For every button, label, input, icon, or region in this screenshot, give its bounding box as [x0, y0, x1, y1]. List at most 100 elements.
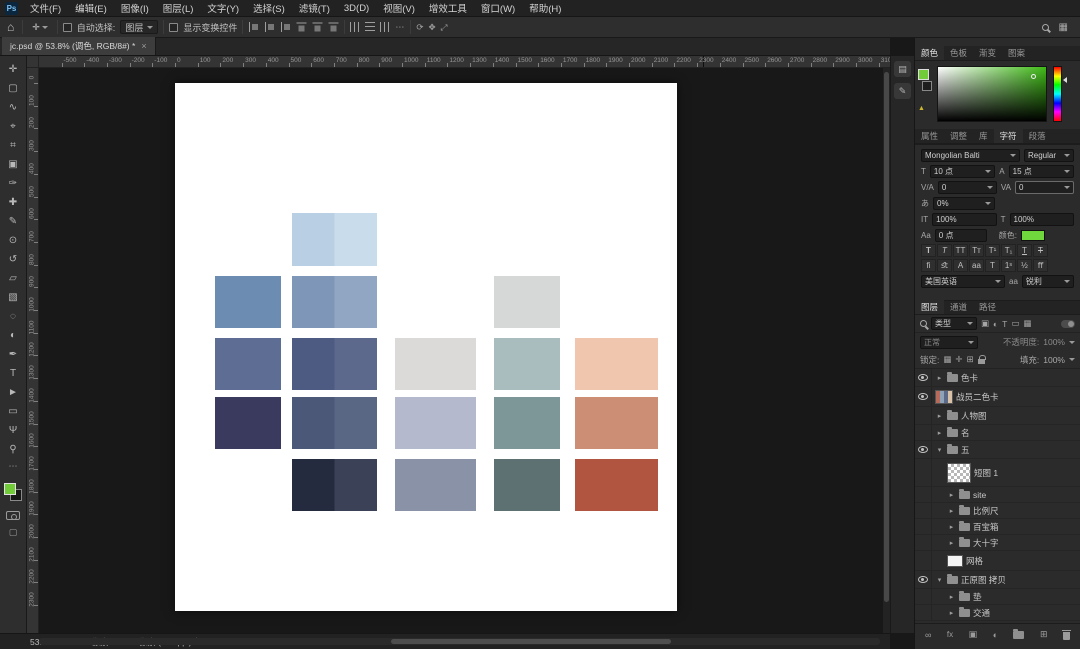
layer-row[interactable]: 网格 — [915, 551, 1080, 571]
tab-layers[interactable]: 图层 — [915, 299, 945, 314]
visibility-toggle[interactable] — [915, 503, 932, 518]
crop-tool[interactable]: ⌗ — [2, 136, 24, 155]
filter-smart-object-icon[interactable]: ▦ — [1023, 318, 1031, 329]
kerning-select[interactable]: 0 — [937, 180, 997, 194]
blend-mode-select[interactable]: 正常 — [920, 335, 978, 349]
tab-adjustments[interactable]: 调整 — [944, 128, 973, 143]
layer-thumbnail[interactable] — [935, 389, 953, 404]
expand-arrow-icon[interactable]: ▾ — [935, 446, 944, 454]
layer-thumbnail[interactable] — [947, 554, 963, 567]
auto-select-checkbox[interactable] — [62, 22, 72, 32]
pen-tool[interactable]: ✒ — [2, 345, 24, 364]
visibility-toggle[interactable] — [915, 369, 932, 386]
zoom-tool[interactable]: ⚲ — [2, 440, 24, 459]
subscript-button[interactable]: T₁ — [1001, 244, 1016, 257]
ligatures-button[interactable]: fi — [921, 259, 936, 272]
horizontal-scrollbar-thumb[interactable] — [391, 639, 671, 644]
layer-row[interactable]: ▾ 五 — [915, 441, 1080, 459]
ruler-origin-corner[interactable] — [27, 56, 39, 68]
edit-toolbar-icon[interactable]: ⋯ — [9, 461, 18, 472]
hand-tool[interactable]: Ψ — [2, 421, 24, 440]
foreground-color-mini[interactable] — [918, 69, 929, 80]
expand-arrow-icon[interactable]: ▸ — [935, 429, 944, 437]
ruler-left[interactable]: 0 100 200 300 400 500 600 700 800 900 1000 1100 1200… — [27, 68, 39, 633]
lasso-tool[interactable]: ∿ — [2, 98, 24, 117]
link-layers-icon[interactable]: ∞ — [925, 630, 931, 640]
layer-name[interactable]: 垫 — [973, 591, 982, 603]
new-group-icon[interactable] — [1013, 628, 1025, 639]
type-tool[interactable]: T — [2, 364, 24, 383]
language-select[interactable]: 美国英语 — [921, 274, 1005, 288]
layer-name[interactable]: 正原图 拷贝 — [961, 574, 1006, 586]
menu-item[interactable]: 增效工具 — [422, 0, 474, 16]
swash-button[interactable]: A — [953, 259, 968, 272]
fill-value[interactable]: 100% — [1043, 355, 1065, 365]
layer-name[interactable]: 交通 — [973, 607, 990, 619]
delete-layer-icon[interactable] — [1061, 629, 1071, 640]
layer-row[interactable]: ▸ 比例尺 — [915, 503, 1080, 519]
auto-select-dropdown[interactable]: 图层 — [120, 20, 159, 34]
menu-item[interactable]: 选择(S) — [246, 0, 292, 16]
layer-name[interactable]: site — [973, 490, 986, 500]
document-tab[interactable]: jc.psd @ 53.8% (调色, RGB/8#) * × — [2, 37, 156, 55]
hue-slider-marker[interactable] — [1063, 77, 1067, 83]
align-center-h-icon[interactable] — [264, 22, 275, 32]
expand-arrow-icon[interactable]: ▸ — [947, 523, 956, 531]
layer-thumbnail[interactable] — [947, 462, 971, 483]
text-color-swatch[interactable] — [1021, 229, 1046, 241]
menu-item[interactable]: 视图(V) — [376, 0, 422, 16]
align-center-v-icon[interactable] — [313, 22, 323, 33]
eraser-tool[interactable]: ▱ — [2, 269, 24, 288]
distribute-v-icon[interactable] — [365, 22, 376, 32]
tab-libraries[interactable]: 库 — [973, 128, 994, 143]
font-size-select[interactable]: 10 点 — [929, 164, 996, 178]
layer-row[interactable]: ▸ 百宝箱 — [915, 519, 1080, 535]
layer-row[interactable]: 短图 1 — [915, 459, 1080, 487]
visibility-toggle[interactable] — [915, 605, 932, 620]
eyedropper-tool[interactable]: ✑ — [2, 174, 24, 193]
close-icon[interactable]: × — [141, 41, 146, 51]
tab-paths[interactable]: 路径 — [973, 299, 1002, 314]
3d-mode-dolly-icon[interactable]: ⤢ — [441, 22, 448, 33]
home-icon[interactable]: ⌂ — [4, 20, 17, 34]
horizontal-scrollbar[interactable] — [39, 638, 880, 645]
tab-character[interactable]: 字符 — [993, 128, 1023, 143]
tab-channels[interactable]: 通道 — [944, 299, 973, 314]
layer-row[interactable]: 战员二色卡 — [915, 387, 1080, 407]
stylistic-alternates-button[interactable]: aa — [969, 259, 984, 272]
layer-name[interactable]: 大十字 — [973, 537, 999, 549]
superscript-button[interactable]: T¹ — [985, 244, 1000, 257]
underline-button[interactable]: T — [1017, 244, 1032, 257]
tab-patterns[interactable]: 图案 — [1002, 45, 1031, 60]
visibility-toggle[interactable] — [915, 441, 932, 458]
foreground-color-swatch[interactable] — [4, 483, 16, 495]
align-top-icon[interactable] — [297, 22, 307, 33]
tab-gradients[interactable]: 渐变 — [973, 45, 1002, 60]
lock-transparency-icon[interactable]: ▦ — [943, 354, 951, 365]
3d-mode-orbit-icon[interactable]: ⟳ — [416, 22, 423, 33]
align-bottom-icon[interactable] — [329, 22, 339, 33]
background-color-mini[interactable] — [922, 81, 932, 91]
vertical-scrollbar-thumb[interactable] — [884, 72, 889, 602]
layer-name[interactable]: 百宝箱 — [973, 521, 999, 533]
visibility-toggle[interactable] — [915, 519, 932, 534]
layer-row[interactable]: ▸ 垫 — [915, 589, 1080, 605]
expand-arrow-icon[interactable]: ▸ — [947, 539, 956, 547]
search-icon[interactable] — [1041, 23, 1049, 31]
clone-stamp-tool[interactable]: ⊙ — [2, 231, 24, 250]
annotation-panel-icon[interactable]: ✎ — [894, 83, 911, 99]
vertical-scale-field[interactable]: 100% — [932, 212, 997, 226]
layer-name[interactable]: 色卡 — [961, 372, 978, 384]
artboard[interactable] — [175, 83, 677, 611]
visibility-toggle[interactable] — [915, 535, 932, 550]
current-tool-preset[interactable]: ✛ — [28, 22, 52, 33]
layer-name[interactable]: 短图 1 — [974, 467, 998, 479]
menu-item[interactable]: 编辑(E) — [68, 0, 114, 16]
visibility-toggle[interactable] — [915, 551, 932, 570]
healing-brush-tool[interactable]: ✚ — [2, 193, 24, 212]
add-mask-icon[interactable]: ▣ — [969, 629, 978, 640]
expand-arrow-icon[interactable]: ▸ — [947, 593, 956, 601]
layer-name[interactable]: 人物图 — [961, 410, 987, 422]
font-style-select[interactable]: Regular — [1024, 148, 1074, 162]
layer-row[interactable]: ▾ 正原图 拷贝 — [915, 571, 1080, 589]
